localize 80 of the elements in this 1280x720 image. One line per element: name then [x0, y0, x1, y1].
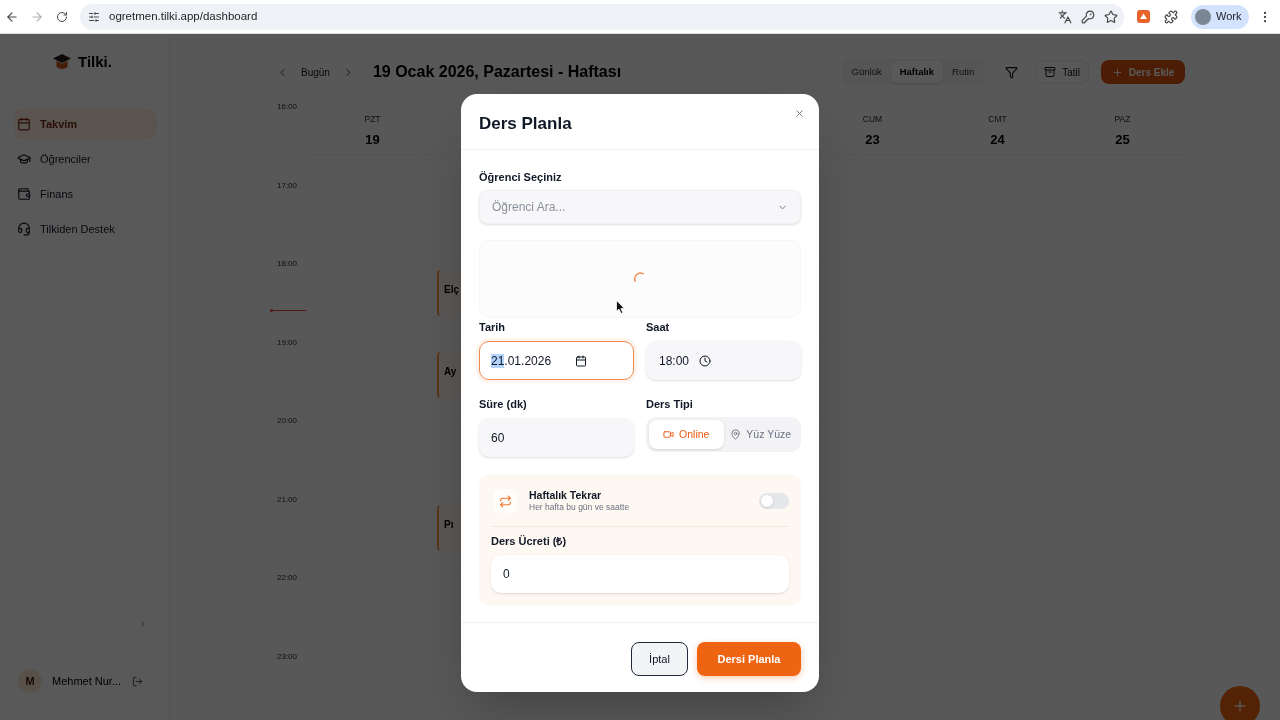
field-label: Öğrenci Seçiniz — [479, 170, 563, 184]
today-button[interactable]: Bugün — [295, 60, 336, 84]
mouse-pointer-icon — [616, 300, 625, 314]
reload-icon — [56, 10, 68, 23]
day-date: 23 — [865, 132, 880, 148]
time-label: 21:00 — [277, 494, 299, 505]
close-icon — [793, 107, 805, 119]
view-tab[interactable]: Rutin — [943, 61, 984, 83]
time-label: 16:00 — [277, 102, 299, 112]
day-name: CUM — [862, 114, 883, 124]
headset-icon — [17, 222, 31, 236]
sidebar-item[interactable]: Takvim — [14, 109, 157, 139]
event-card[interactable]: Pı — [437, 505, 461, 551]
duration-input[interactable]: 60 — [479, 418, 634, 457]
clock-icon[interactable] — [699, 354, 712, 367]
fee-input[interactable]: 0 — [491, 555, 789, 593]
field-label: Süre (dk) — [479, 397, 528, 411]
add-lesson-button[interactable]: Ders Ekle — [1101, 60, 1185, 84]
plus-icon — [1232, 698, 1248, 714]
logout-icon[interactable] — [132, 675, 143, 687]
graduation-cap-icon — [17, 152, 31, 166]
lesson-type-option[interactable]: Yüz Yüze — [723, 420, 798, 449]
bookmark-star-icon[interactable] — [1104, 9, 1118, 24]
user-name: Mehmet Nur... — [52, 673, 122, 689]
profile-button[interactable]: Work — [1191, 4, 1250, 29]
event-card[interactable]: Elç — [437, 270, 461, 316]
plus-icon — [1111, 66, 1123, 78]
collapse-chevron-icon[interactable] — [139, 620, 147, 628]
day-name: PZT — [364, 114, 381, 124]
app-logo-text: Tilki. — [78, 51, 112, 72]
logo-icon — [53, 53, 71, 71]
video-camera-icon — [663, 429, 675, 440]
field-label: Ders Ücreti (₺) — [491, 534, 568, 548]
day-date: 24 — [990, 132, 1005, 148]
field-label: Saat — [646, 320, 671, 334]
toggle-switch[interactable] — [759, 493, 789, 509]
time-input[interactable]: 18:00 — [646, 341, 801, 380]
day-date: 19 — [365, 132, 380, 148]
wallet-icon — [17, 187, 31, 201]
time-label: 18:00 — [277, 259, 299, 269]
holiday-button[interactable]: Tatil — [1035, 60, 1089, 84]
view-tab[interactable]: Haftalık — [890, 61, 943, 83]
funnel-icon — [1004, 65, 1018, 79]
sidebar-item[interactable]: Finans — [14, 179, 157, 209]
lesson-type-option[interactable]: Online — [649, 420, 724, 449]
url-text: ogretmen.tilki.app/dashboard — [109, 8, 258, 24]
date-input[interactable]: 21.01.2026 — [479, 341, 634, 380]
time-label: 17:00 — [277, 180, 299, 191]
translate-icon[interactable] — [1058, 9, 1072, 24]
key-icon[interactable] — [1081, 9, 1095, 24]
archive-box-icon — [1044, 66, 1057, 78]
avatar-icon — [1195, 8, 1211, 25]
current-time-line — [270, 309, 306, 312]
student-select[interactable]: Öğrenci Ara... — [479, 190, 801, 224]
event-card[interactable]: Ay — [437, 352, 461, 398]
week-title: 19 Ocak 2026, Pazartesi - Haftası — [372, 62, 622, 82]
extensions-puzzle-icon[interactable] — [1164, 9, 1178, 24]
time-label: 22:00 — [277, 573, 299, 583]
address-bar[interactable]: ogretmen.tilki.app/dashboard — [80, 3, 1124, 30]
user-avatar: M — [18, 669, 42, 693]
day-date: 25 — [1115, 132, 1130, 148]
day-name: PAZ — [1114, 114, 1131, 124]
calendar-icon[interactable] — [575, 354, 588, 367]
field-label: Tarih — [479, 320, 507, 334]
repeat-icon — [493, 489, 517, 513]
repeat-title: Haftalık Tekrar — [529, 489, 603, 502]
sidebar-item[interactable]: Öğrenciler — [14, 144, 157, 174]
site-settings-icon[interactable] — [88, 10, 100, 23]
extension-icon[interactable] — [1137, 10, 1150, 23]
sidebar-item[interactable]: Tilkiden Destek — [14, 214, 157, 244]
time-label: 19:00 — [277, 337, 299, 348]
calendar-icon — [17, 117, 31, 131]
day-name: CMT — [988, 114, 1007, 124]
view-tab[interactable]: Günlük — [842, 61, 891, 83]
cancel-button[interactable]: İptal — [631, 642, 688, 676]
schedule-lesson-button[interactable]: Dersi Planla — [697, 642, 801, 676]
dialog-title: Ders Planla — [479, 112, 572, 135]
field-label: Ders Tipi — [646, 397, 694, 411]
repeat-subtitle: Her hafta bu gün ve saatte — [529, 502, 630, 513]
map-pin-icon — [730, 429, 742, 440]
